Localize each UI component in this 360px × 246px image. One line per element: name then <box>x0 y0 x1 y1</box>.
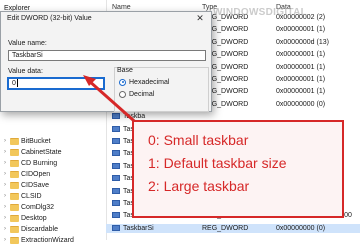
registry-value-icon <box>112 200 120 206</box>
value-type: REG_DWORD <box>202 224 249 232</box>
tree-item-bitbucket[interactable]: › BitBucket <box>4 136 51 147</box>
text-caret <box>16 79 18 88</box>
tree-item-label: Desktop <box>21 215 47 222</box>
registry-value-icon <box>112 150 120 157</box>
value-name: TaskbarSi <box>123 224 154 232</box>
folder-icon <box>10 226 19 233</box>
value-data: 0x00000001 (1) <box>276 88 326 96</box>
tree-item-label: CLSID <box>21 193 42 200</box>
tree-item-label: BitBucket <box>21 138 51 145</box>
registry-value-icon <box>112 224 120 231</box>
tree-item-extractionwizard[interactable]: › ExtractionWizard <box>4 235 74 246</box>
dialog-title: Edit DWORD (32-bit) Value <box>7 15 92 22</box>
registry-value-icon <box>112 125 120 132</box>
value-data: 0x00000000 (0) <box>276 224 326 232</box>
value-data: 0x00000000 (0) <box>276 100 326 108</box>
value-data: 0x00000001 (1) <box>276 51 326 59</box>
value-row[interactable]: TaskbarSi REG_DWORD 0x00000000 (0) <box>106 223 360 233</box>
folder-icon <box>10 171 19 178</box>
folder-icon <box>10 149 19 156</box>
hexadecimal-label: Hexadecimal <box>129 79 170 86</box>
registry-value-icon <box>112 162 120 169</box>
tree-item-clsid[interactable]: › CLSID <box>4 191 42 202</box>
tree-item-label: CabinetState <box>21 149 62 156</box>
tree-item-label: CD Burning <box>21 160 58 167</box>
value-data: 0x00000001 (1) <box>276 26 326 34</box>
watermark-text: WINDOWSDIGITAL <box>213 7 307 18</box>
folder-icon <box>10 204 19 211</box>
base-label: Base <box>117 67 133 74</box>
registry-value-icon <box>112 212 120 219</box>
close-icon[interactable]: ✕ <box>189 12 211 25</box>
edit-dword-dialog: Edit DWORD (32-bit) Value ✕ Value name: … <box>0 11 212 112</box>
callout-line-small: 0: Small taskbar <box>148 132 249 148</box>
taskbar-size-callout: 0: Small taskbar 1: Default taskbar size… <box>132 120 344 218</box>
folder-icon <box>10 215 19 222</box>
callout-line-large: 2: Large taskbar <box>148 178 250 194</box>
registry-value-icon <box>112 175 120 182</box>
tree-item-cidsave[interactable]: › CIDSave <box>4 180 49 191</box>
tree-item-discardable[interactable]: › Discardable <box>4 224 58 235</box>
radio-empty-icon <box>119 90 126 98</box>
registry-value-icon <box>112 138 120 144</box>
value-data-field[interactable]: 0 <box>8 78 104 89</box>
hexadecimal-radio[interactable]: Hexadecimal <box>119 78 169 88</box>
value-name-label: Value name: <box>8 40 47 47</box>
tree-item-desktop[interactable]: › Desktop <box>4 213 47 224</box>
tree-item-label: Discardable <box>21 226 58 233</box>
tree-item-label: ComDlg32 <box>21 204 55 211</box>
folder-icon <box>10 138 19 145</box>
decimal-label: Decimal <box>129 91 155 98</box>
folder-icon <box>10 182 19 189</box>
value-data: 0x00000001 (1) <box>276 63 326 71</box>
value-data-text: 0 <box>12 80 16 87</box>
registry-value-icon <box>112 113 120 120</box>
tree-item-cabinetstate[interactable]: › CabinetState <box>4 147 61 158</box>
tree-item-label: CIDOpen <box>21 171 51 178</box>
radio-selected-icon <box>119 78 126 86</box>
tree-item-cd-burning[interactable]: › CD Burning <box>4 158 57 169</box>
tree-item-label: ExtractionWizard <box>21 237 74 244</box>
value-name-field[interactable]: TaskbarSi <box>8 50 206 61</box>
value-data: 0x0000000d (13) <box>276 38 329 46</box>
folder-icon <box>10 160 19 167</box>
tree-item-cidopen[interactable]: › CIDOpen <box>4 169 50 180</box>
callout-line-default: 1: Default taskbar size <box>148 155 287 171</box>
decimal-radio[interactable]: Decimal <box>119 90 154 100</box>
value-data: 0x00000001 (1) <box>276 76 326 83</box>
tree-item-comdlg32[interactable]: › ComDlg32 <box>4 202 54 213</box>
registry-value-icon <box>112 187 120 194</box>
value-data-label: Value data: <box>8 68 43 75</box>
tree-item-label: CIDSave <box>21 182 50 189</box>
folder-icon <box>10 237 19 244</box>
folder-icon <box>10 193 19 200</box>
